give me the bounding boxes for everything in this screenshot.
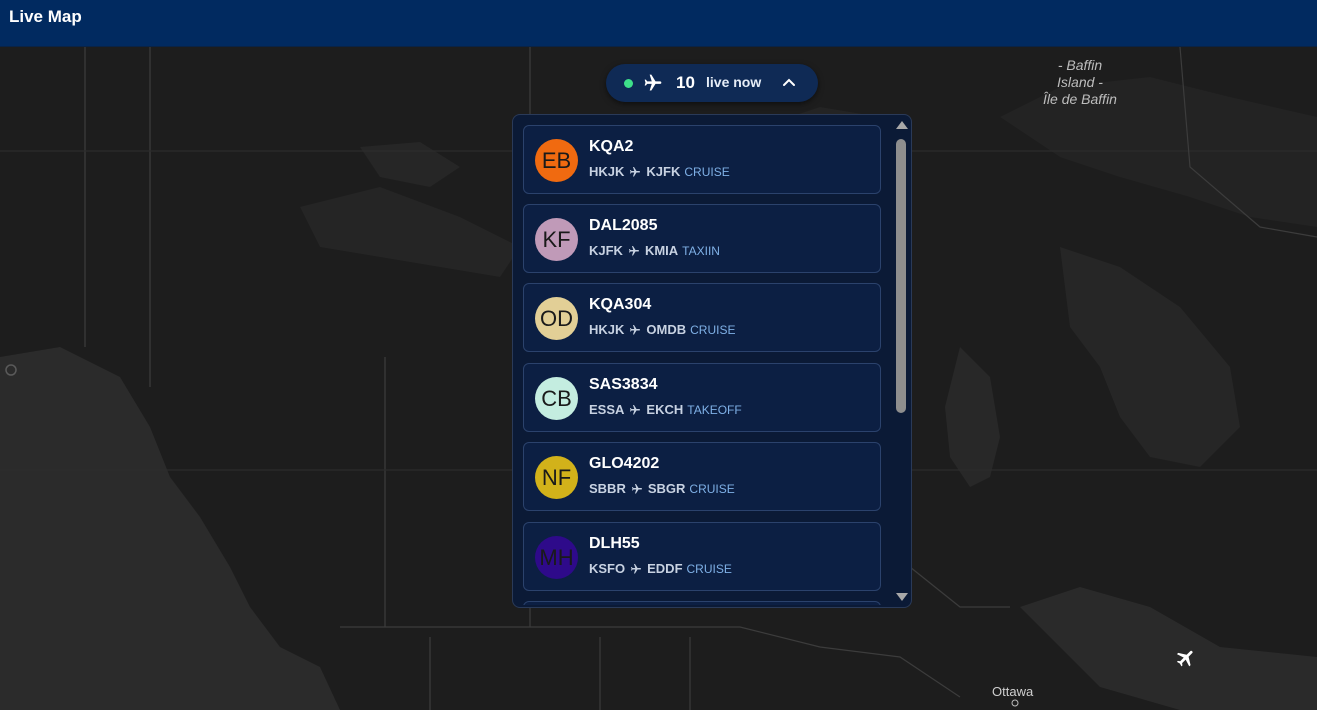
flight-callsign: KQA304 [589,296,652,313]
destination-code: SBGR [647,481,686,496]
origin-code: ESSA [589,402,625,417]
flight-phase: TAKEOFF [687,402,742,417]
flight-card[interactable]: MH DLH55 KSFO EDDF CRUISE [523,522,881,591]
origin-code: HKJK [589,164,625,179]
airplane-icon [1176,650,1193,667]
origin-code: KJFK [589,243,623,258]
live-count: 10 [676,73,695,92]
avatar: CB [535,377,578,420]
destination-code: EDDF [647,561,683,576]
flight-route: ESSA EKCH TAKEOFF [589,402,742,417]
flight-card[interactable]: KF DAL2085 KJFK KMIA TAXIIN [523,204,881,273]
app-header: Live Map [0,0,1317,47]
flight-callsign: GLO4202 [589,455,660,472]
flight-card[interactable]: NF GLO4202 SBBR SBGR CRUISE [523,442,881,511]
destination-code: EKCH [646,402,684,417]
flight-callsign: SAS3834 [589,376,658,393]
flight-callsign: KQA2 [589,138,634,155]
flight-card-partial[interactable] [523,601,881,605]
origin-code: SBBR [589,481,626,496]
live-now-toggle[interactable]: 10 live now [606,64,818,102]
destination-code: KMIA [644,243,679,258]
flight-card[interactable]: OD KQA304 HKJK OMDB CRUISE [523,283,881,352]
city-label: Ottawa [992,684,1034,699]
airplane-icon [628,245,639,255]
aircraft-marker[interactable] [1175,647,1197,669]
avatar: MH [535,536,578,579]
airplane-icon [630,166,641,176]
flight-phase: CRUISE [689,481,735,496]
region-label-baffin: - Baffin Island - Île de Baffin [1043,57,1117,107]
flight-phase: CRUISE [686,561,732,576]
flight-phase: TAXIIN [682,243,720,258]
scroll-thumb[interactable] [896,139,906,413]
airplane-icon [631,483,642,493]
flight-route: KSFO EDDF CRUISE [589,561,732,576]
airplane-icon [630,324,641,334]
airplane-icon [644,74,662,91]
live-status-dot [624,79,633,88]
flight-list[interactable]: EB KQA2 HKJK KJFK CRUISE KF DAL2085 KJFK… [523,125,883,605]
airplane-icon [631,563,642,573]
flight-route: HKJK KJFK CRUISE [589,164,730,179]
flight-list-panel: EB KQA2 HKJK KJFK CRUISE KF DAL2085 KJFK… [512,114,912,608]
flight-phase: CRUISE [684,164,730,179]
flight-callsign: DAL2085 [589,217,658,234]
origin-code: KSFO [589,561,626,576]
avatar: KF [535,218,578,261]
flight-route: HKJK OMDB CRUISE [589,322,735,337]
flight-route: KJFK KMIA TAXIIN [589,243,720,258]
destination-code: OMDB [646,322,687,337]
destination-code: KJFK [646,164,681,179]
page-title: Live Map [9,7,82,26]
list-scrollbar[interactable] [894,119,908,603]
flight-route: SBBR SBGR CRUISE [589,481,735,496]
flight-callsign: DLH55 [589,535,640,552]
chevron-up-icon[interactable] [781,75,797,91]
flight-card[interactable]: CB SAS3834 ESSA EKCH TAKEOFF [523,363,881,432]
avatar: EB [535,139,578,182]
live-label: live now [706,74,762,90]
flight-phase: CRUISE [690,322,736,337]
origin-code: HKJK [589,322,625,337]
avatar: NF [535,456,578,499]
airplane-icon [630,404,641,414]
scroll-up-arrow-icon[interactable] [896,121,908,129]
scroll-down-arrow-icon[interactable] [896,593,908,601]
avatar: OD [535,297,578,340]
flight-card[interactable]: EB KQA2 HKJK KJFK CRUISE [523,125,881,194]
